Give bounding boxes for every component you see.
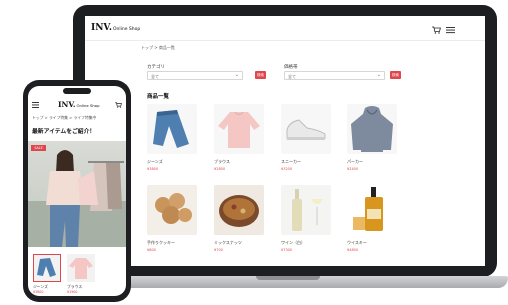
filter-label-price: 価格帯 [284,65,298,70]
hero-banner[interactable] [28,141,126,247]
product-image-jeans [147,104,197,154]
breadcrumb[interactable]: トップ > 商品一覧 [141,45,175,51]
category-search-button[interactable]: 検索 [255,71,266,79]
laptop-screen: INV.Online Shop トップ > 商品一覧 カテゴリ 全て ⌄ 検索 … [85,16,485,266]
price-search-button[interactable]: 検索 [390,71,401,79]
hero-image [28,150,126,247]
product-name: パーカー [347,159,363,164]
product-price: ¥2400 [347,167,359,171]
product-price: ¥3200 [281,167,293,171]
product-name: ジーンズ [147,159,163,164]
logo-subtitle: Online Shop [112,27,141,32]
category-select[interactable]: 全て ⌄ [147,71,243,80]
site-logo[interactable]: INV.Online Shop [91,23,140,33]
header-divider [85,40,485,41]
mini-product-image-blouse [67,254,95,282]
logo-text: INV. [58,100,76,109]
product-image-whisky [347,185,397,235]
mini-product-price: ¥3800 [33,290,44,294]
logo-subtitle: Online Shop [76,103,100,108]
product-price: ¥7300 [281,248,293,252]
cart-icon[interactable] [432,26,441,34]
product-card[interactable]: パーカー ¥2400 [347,104,397,171]
product-card[interactable]: スニーカー ¥3200 [281,104,331,171]
phone-dynamic-island [63,88,91,94]
mini-product-card[interactable]: ジーンズ ¥3800 [33,254,61,294]
menu-icon[interactable] [446,26,455,34]
filter-label-category: カテゴリ [147,65,165,70]
product-name: スニーカー [281,159,301,164]
product-name: ミックスナッツ [214,240,242,245]
product-image-sneakers [281,104,331,154]
product-image-blouse [214,104,264,154]
product-name: ブラウス [214,159,230,164]
product-card[interactable]: 手作りクッキー ¥800 [147,185,197,252]
product-name: ワイン（白） [281,240,305,245]
price-select[interactable]: 全て ⌄ [284,71,385,80]
logo-text: INV. [91,23,112,33]
chevron-down-icon: ⌄ [376,72,381,78]
product-card[interactable]: ブラウス ¥2800 [214,104,264,171]
product-card[interactable]: ミックスナッツ ¥700 [214,185,264,252]
product-name: ウイスキー [347,240,367,245]
phone-headline: 最新アイテムをご紹介！ [32,129,96,135]
product-card[interactable]: ジーンズ ¥3800 [147,104,197,171]
product-image-cookies [147,185,197,235]
section-title: 商品一覧 [147,94,170,100]
product-image-nuts [214,185,264,235]
product-price: ¥4800 [347,248,359,252]
product-name: 手作りクッキー [147,240,175,245]
phone-breadcrumb[interactable]: トップ > ライフ特集 > ライフ特集中 [32,115,96,121]
laptop-notch [256,276,320,280]
phone-screen: INV.Online Shop トップ > ライフ特集 > ライフ特集中 最新ア… [28,86,126,296]
phone-logo[interactable]: INV.Online Shop [58,100,100,109]
mini-product-card[interactable]: ブラウス ¥1900 [67,254,95,294]
product-image-hoodie [347,104,397,154]
mini-product-image-jeans [33,254,61,282]
product-price: ¥800 [147,248,156,252]
chevron-down-icon: ⌄ [234,72,239,78]
category-select-value: 全て [151,74,159,79]
product-card[interactable]: ウイスキー ¥4800 [347,185,397,252]
cart-icon[interactable] [115,102,122,108]
sale-badge: SALE [31,145,46,151]
product-price: ¥2800 [214,167,226,171]
product-image-wine [281,185,331,235]
hamburger-icon[interactable] [32,102,39,108]
product-price: ¥3800 [147,167,159,171]
mini-product-price: ¥1900 [67,290,78,294]
product-card[interactable]: ワイン（白） ¥7300 [281,185,331,252]
price-select-value: 全て [288,74,296,79]
product-price: ¥700 [214,248,223,252]
